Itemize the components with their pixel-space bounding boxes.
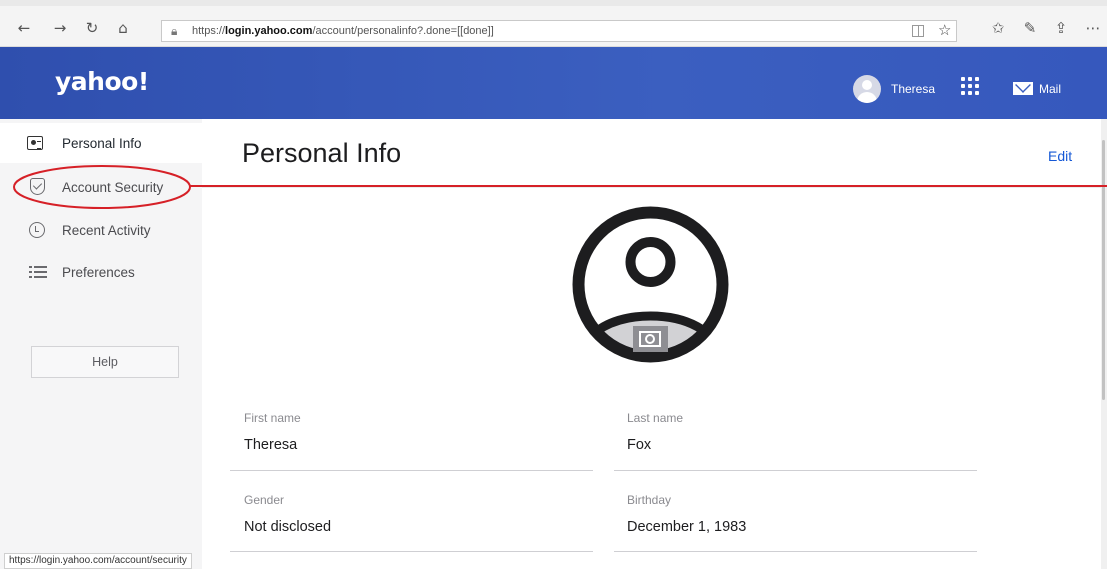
list-icon [29, 265, 47, 279]
profile-photo-head [625, 237, 676, 287]
address-bar[interactable]: 🔒︎ https://login.yahoo.com/account/perso… [161, 20, 957, 42]
sidebar-item-label: Account Security [62, 180, 164, 195]
last-name-value: Fox [627, 437, 652, 453]
sidebar-item-personal-info[interactable]: Personal Info [0, 123, 202, 163]
yahoo-logo[interactable]: yahoo! [55, 67, 149, 96]
help-button[interactable]: Help [31, 346, 179, 378]
profile-photo[interactable] [568, 202, 733, 367]
sidebar-item-preferences[interactable]: Preferences [0, 252, 202, 292]
back-arrow-icon[interactable]: ← [14, 18, 34, 38]
tab-strip [0, 0, 1107, 6]
birthday-value: December 1, 1983 [627, 519, 747, 535]
birthday-label: Birthday [627, 493, 672, 507]
birthday-divider [614, 551, 977, 552]
pen-icon[interactable]: ✎ [1020, 18, 1040, 38]
sidebar-item-label: Preferences [62, 265, 135, 280]
camera-icon[interactable] [633, 326, 668, 352]
forward-arrow-icon[interactable]: → [50, 18, 70, 38]
user-avatar[interactable] [853, 75, 881, 103]
refresh-icon[interactable]: ↻ [82, 18, 102, 38]
address-url: https://login.yahoo.com/account/personal… [192, 25, 494, 37]
share-icon[interactable]: ⇪ [1051, 18, 1071, 38]
lock-icon: 🔒︎ [171, 24, 178, 38]
gender-divider [230, 551, 593, 552]
clock-icon [29, 222, 45, 238]
sidebar-item-label: Personal Info [62, 136, 142, 151]
mail-envelope-icon[interactable] [1013, 82, 1033, 95]
user-name[interactable]: Theresa [891, 82, 935, 96]
page-title: Personal Info [242, 138, 402, 168]
more-menu-icon[interactable]: ⋯ [1083, 18, 1103, 38]
browser-toolbar: ← → ↻ ⌂ 🔒︎ https://login.yahoo.com/accou… [0, 0, 1107, 47]
first-name-label: First name [244, 411, 301, 425]
sidebar: Personal Info Account Security Recent Ac… [0, 119, 202, 569]
last-name-divider [614, 470, 977, 471]
edit-link[interactable]: Edit [1048, 148, 1072, 164]
apps-grid-icon[interactable] [961, 77, 979, 95]
home-icon[interactable]: ⌂ [113, 18, 133, 38]
title-divider [202, 187, 1102, 188]
last-name-label: Last name [627, 411, 684, 425]
id-card-icon [27, 136, 43, 150]
status-bar-url: https://login.yahoo.com/account/security [4, 553, 192, 569]
avatar-body-shape [857, 92, 877, 103]
gender-value: Not disclosed [244, 519, 332, 535]
scrollbar-thumb[interactable] [1102, 140, 1105, 400]
gender-label: Gender [244, 493, 285, 507]
favorites-list-icon[interactable]: ✩ [988, 18, 1008, 38]
favorite-star-icon[interactable]: ☆ [938, 21, 951, 39]
sidebar-item-account-security[interactable]: Account Security [0, 167, 202, 207]
mail-link[interactable]: Mail [1039, 82, 1061, 96]
first-name-value: Theresa [244, 437, 298, 453]
shield-icon [30, 178, 45, 195]
first-name-divider [230, 470, 593, 471]
sidebar-item-label: Recent Activity [62, 223, 151, 238]
reading-view-icon[interactable] [912, 25, 924, 37]
yahoo-header: yahoo! Theresa Mail [0, 47, 1107, 119]
avatar-head-shape [862, 80, 872, 90]
sidebar-item-recent-activity[interactable]: Recent Activity [0, 210, 202, 250]
